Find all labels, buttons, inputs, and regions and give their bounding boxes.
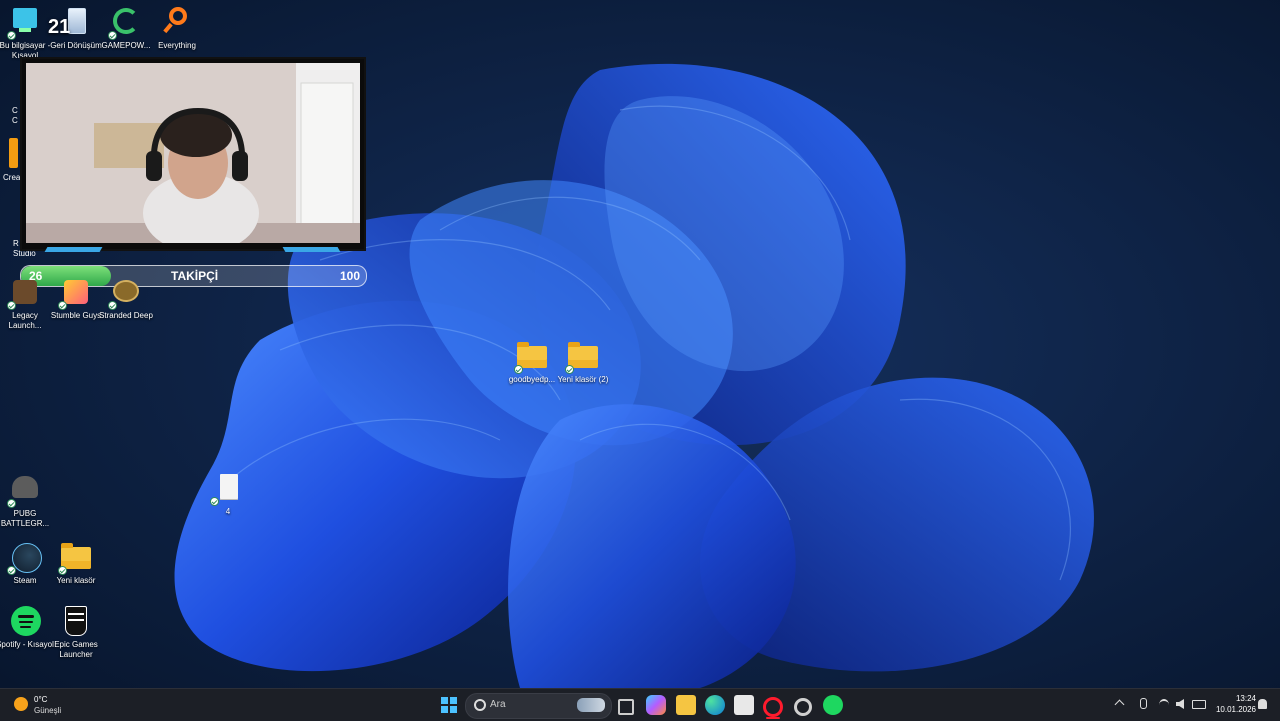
clock[interactable]: 13:24 10.01.2026: [1208, 693, 1256, 715]
follower-label: TAKİPÇİ: [171, 269, 219, 283]
stranded-deep-icon: [108, 276, 142, 310]
desktop-icon-yeni-klasor-2[interactable]: Yeni klasör (2): [553, 340, 613, 385]
start-button[interactable]: [439, 695, 459, 715]
copilot-icon[interactable]: [646, 695, 666, 715]
follower-goal: 100: [339, 269, 360, 283]
volume-icon[interactable]: [1176, 699, 1184, 709]
search-placeholder: Ara: [490, 699, 506, 710]
tray-overflow-chevron-icon[interactable]: [1114, 699, 1125, 710]
desktop-icon-text-file-4[interactable]: 4: [198, 472, 258, 517]
legacy-launcher-icon: [7, 276, 41, 310]
webcam-accent-left: [44, 247, 103, 252]
webcam-feed: [26, 63, 360, 243]
weather-temp: 0°C: [34, 695, 48, 704]
folder-icon: [514, 340, 548, 374]
file-explorer-icon[interactable]: [676, 695, 696, 715]
edge-icon[interactable]: [705, 695, 725, 715]
partial-label: C: [12, 116, 18, 125]
partial-icon: [9, 138, 18, 168]
active-app-indicator: [766, 717, 780, 719]
clock-date: 10.01.2026: [1215, 705, 1256, 714]
gamepower-icon: [108, 6, 142, 40]
weather-widget[interactable]: 0°C Güneşli: [12, 693, 82, 717]
spotify-taskbar-icon[interactable]: [823, 695, 843, 715]
task-view-icon[interactable]: [618, 699, 634, 715]
search-highlight-icon: [577, 698, 605, 712]
opera-icon[interactable]: [763, 697, 783, 717]
sun-icon: [14, 697, 28, 711]
weather-desc: Güneşli: [34, 706, 62, 715]
microphone-icon[interactable]: [1140, 698, 1147, 709]
search-icon: [474, 699, 486, 711]
stumble-guys-icon: [58, 276, 92, 310]
partial-label: R: [13, 239, 19, 248]
gamepower-taskbar-icon[interactable]: [794, 698, 812, 716]
webcam-accent-right: [282, 247, 341, 252]
overlay-number: 21: [48, 16, 71, 38]
magnifier-icon: [161, 6, 193, 38]
desktop-icon-everything[interactable]: Everything: [147, 6, 207, 51]
wifi-icon[interactable]: [1159, 699, 1169, 711]
windows-logo-icon: [441, 697, 457, 713]
pubg-icon: [7, 474, 41, 508]
notification-bell-icon[interactable]: [1258, 699, 1267, 709]
epic-games-icon: [60, 605, 92, 637]
steam-icon: [7, 541, 42, 575]
battery-icon[interactable]: [1192, 700, 1206, 709]
partial-label: Crea: [3, 173, 21, 182]
folder-icon: [58, 541, 92, 575]
clock-time: 13:24: [1235, 694, 1256, 703]
desktop-icon-epic-games[interactable]: Epic Games Launcher: [46, 605, 106, 660]
taskbar-search[interactable]: Ara: [465, 693, 612, 719]
pc-icon: [7, 6, 41, 40]
folder-icon: [565, 340, 599, 374]
desktop-icon-stranded-deep[interactable]: Stranded Deep: [96, 276, 156, 321]
store-icon[interactable]: [734, 695, 754, 715]
desktop-icon-pubg[interactable]: PUBG BATTLEGR...: [0, 474, 55, 529]
webcam-overlay: [20, 57, 366, 252]
desktop-icon-yeni-klasor[interactable]: Yeni klasör: [46, 541, 106, 586]
spotify-icon: [9, 605, 41, 637]
taskbar: 0°C Güneşli Ara 13:24 10.01.2026: [0, 688, 1280, 721]
partial-label: C: [12, 106, 18, 115]
text-file-icon: [210, 472, 244, 506]
